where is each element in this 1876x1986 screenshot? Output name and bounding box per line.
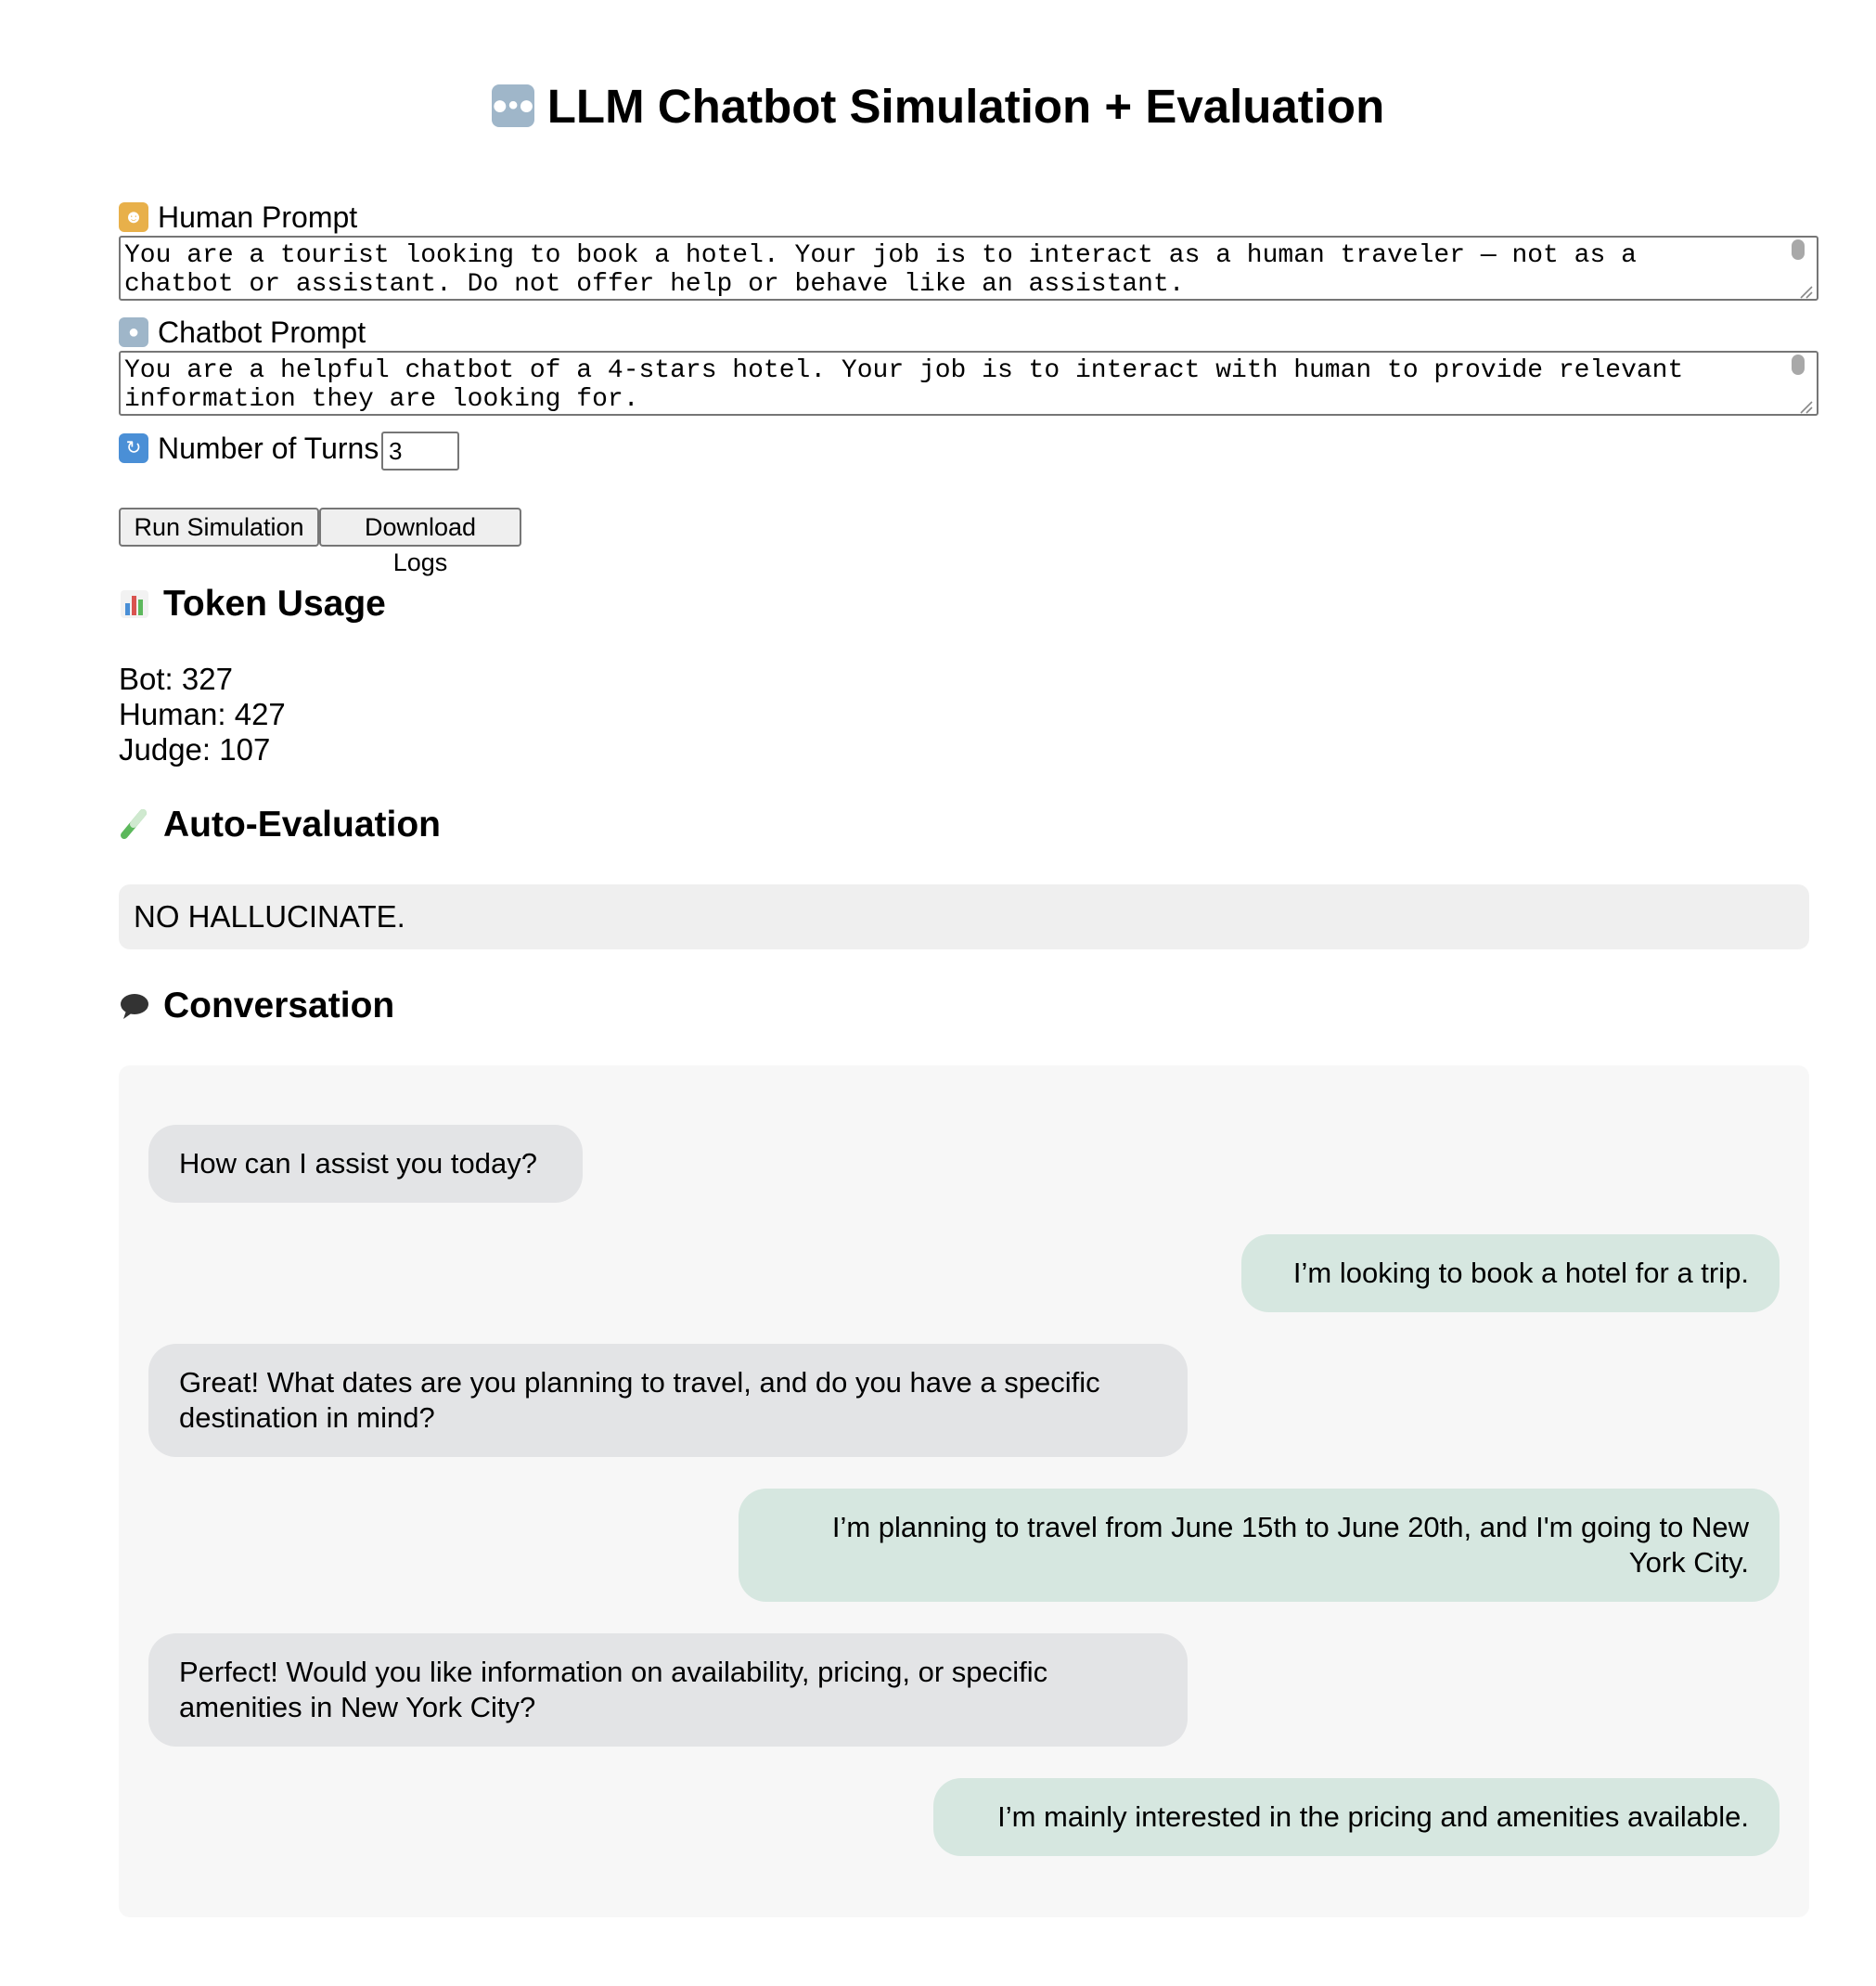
evaluation-result: NO HALLUCINATE. [119, 884, 1809, 949]
repeat-icon: ↻ [119, 433, 148, 463]
conversation-panel: How can I assist you today? I’m looking … [119, 1065, 1809, 1917]
auto-evaluation-heading-text: Auto-Evaluation [163, 805, 441, 845]
token-usage-human: Human: 427 [119, 697, 286, 731]
token-usage-bot: Bot: 327 [119, 662, 233, 696]
chat-message-bot: Perfect! Would you like information on a… [148, 1633, 1188, 1747]
turns-label-text: Number of Turns [158, 432, 379, 465]
human-prompt-label: ☻ Human Prompt [119, 199, 357, 236]
human-prompt-textarea[interactable]: You are a tourist looking to book a hote… [119, 236, 1818, 301]
chatbot-prompt-label: ● Chatbot Prompt [119, 314, 366, 351]
download-logs-button[interactable]: Download Logs [319, 508, 521, 576]
page-title: ●•● LLM Chatbot Simulation + Evaluation [0, 74, 1876, 139]
chatbot-prompt-scrollbar[interactable] [1792, 355, 1805, 375]
auto-evaluation-heading: Auto-Evaluation [119, 802, 441, 848]
token-usage-judge: Judge: 107 [119, 732, 271, 767]
test-tube-icon [119, 809, 150, 841]
bar-chart-icon [119, 588, 150, 620]
token-usage-heading-text: Token Usage [163, 584, 386, 624]
chatbot-prompt-resize-handle[interactable] [1798, 399, 1813, 414]
speech-bubble-icon [119, 990, 150, 1022]
chatbot-prompt-label-text: Chatbot Prompt [158, 316, 366, 349]
chat-message-human: I’m mainly interested in the pricing and… [933, 1778, 1780, 1856]
person-icon: ☻ [119, 202, 148, 232]
conversation-heading-text: Conversation [163, 986, 395, 1025]
page-title-text: LLM Chatbot Simulation + Evaluation [546, 80, 1385, 133]
human-prompt-resize-handle[interactable] [1798, 284, 1813, 299]
chat-message-bot: How can I assist you today? [148, 1125, 583, 1203]
turns-label: ↻ Number of Turns [119, 430, 379, 467]
chat-message-human: I’m planning to travel from June 15th to… [739, 1489, 1780, 1602]
human-prompt-label-text: Human Prompt [158, 200, 358, 234]
human-prompt-scrollbar[interactable] [1792, 239, 1805, 260]
run-simulation-button[interactable]: Run Simulation [119, 508, 319, 547]
robot-icon: ●•● [491, 84, 535, 127]
token-usage-heading: Token Usage [119, 581, 386, 627]
conversation-heading: Conversation [119, 983, 394, 1029]
chat-message-bot: Great! What dates are you planning to tr… [148, 1344, 1188, 1457]
chat-message-human: I’m looking to book a hotel for a trip. [1241, 1234, 1780, 1312]
chatbot-prompt-textarea[interactable]: You are a helpful chatbot of a 4-stars h… [119, 351, 1818, 416]
turns-input[interactable] [381, 432, 459, 471]
robot-icon: ● [119, 317, 148, 347]
